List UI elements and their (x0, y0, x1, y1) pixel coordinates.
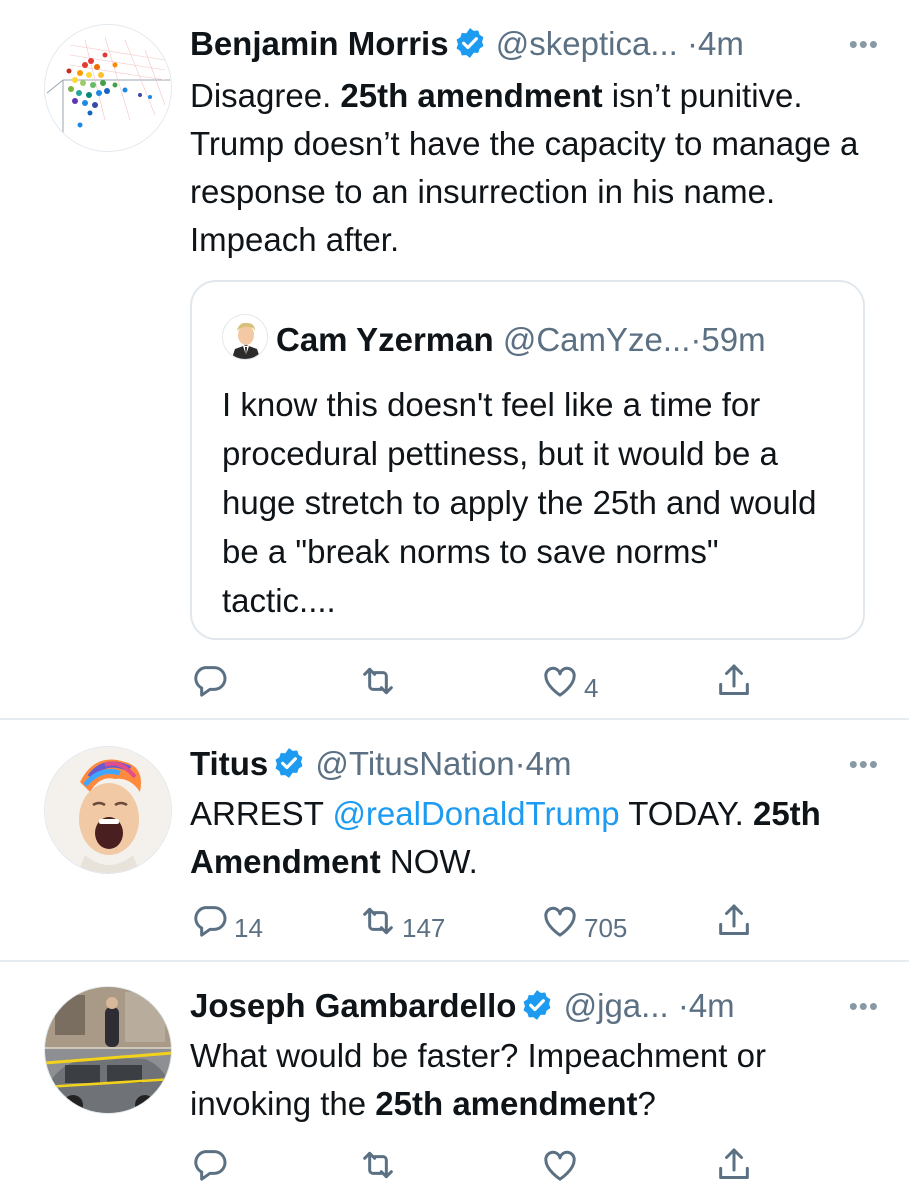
tweet-3[interactable]: Joseph Gambardello @jga... ·4m ••• What … (0, 962, 909, 1200)
separator-dot: · (677, 987, 689, 1024)
retweet-icon (363, 907, 393, 935)
reply-icon (194, 1150, 227, 1181)
tweet-text: ARREST @realDonaldTrump TODAY. 25th Amen… (190, 790, 849, 886)
more-options-icon[interactable]: ••• (849, 984, 879, 1028)
tweet-text-bold: 25th amendment (375, 1085, 638, 1122)
retweet-icon (363, 667, 393, 695)
tweet-text-segment: TODAY. (619, 795, 753, 832)
more-options-icon[interactable]: ••• (849, 22, 879, 66)
screaming-face-avatar-icon (45, 747, 171, 873)
heart-icon (544, 906, 576, 937)
tweet-header: Joseph Gambardello @jga... ·4m ••• (190, 984, 879, 1028)
verified-badge-icon (456, 28, 484, 58)
like-button[interactable]: 705 (540, 896, 627, 946)
retweet-button[interactable] (358, 656, 402, 706)
tweet-text-segment: NOW. (380, 843, 478, 880)
scatter-plot-avatar-icon (45, 25, 171, 151)
share-icon (719, 904, 749, 935)
reply-button[interactable]: 14 (190, 896, 263, 946)
retweet-button[interactable] (358, 1140, 402, 1190)
tweet-actions: 4 (190, 656, 790, 706)
tweet-text: Disagree. 25th amendment isn’t punitive.… (190, 72, 869, 264)
quote-timestamp[interactable]: 59m (701, 321, 765, 358)
heart-icon (544, 1150, 576, 1181)
tweet-actions: 14 147 705 (190, 896, 790, 946)
quote-header: Cam Yzerman @CamYze...·59m (222, 314, 766, 360)
verified-badge-icon (275, 748, 303, 778)
user-handle[interactable]: @TitusNation (315, 745, 514, 782)
reply-icon (194, 906, 227, 937)
tweet-2[interactable]: Titus @TitusNation·4m ••• ARREST @realDo… (0, 720, 909, 960)
tweet-actions (190, 1140, 790, 1190)
quote-user-handle[interactable]: @CamYze... (503, 321, 691, 358)
cartoon-man-avatar-icon (223, 315, 267, 359)
share-button[interactable] (714, 896, 758, 946)
share-icon (719, 1148, 749, 1179)
tweet-timestamp[interactable]: 4m (526, 745, 572, 782)
like-button[interactable]: 4 (540, 656, 598, 706)
like-button[interactable] (540, 1140, 584, 1190)
avatar-joseph-gambardello[interactable] (44, 986, 172, 1114)
reply-icon (194, 666, 227, 697)
user-handle[interactable]: @skeptica... (496, 25, 678, 62)
tweet-text-segment: ? (637, 1085, 656, 1122)
quote-display-name[interactable]: Cam Yzerman (276, 321, 494, 358)
tweet-timestamp[interactable]: 4m (689, 987, 735, 1024)
retweet-button[interactable]: 147 (358, 896, 445, 946)
display-name[interactable]: Benjamin Morris (190, 25, 449, 62)
like-count: 705 (584, 912, 628, 943)
heart-icon (544, 666, 576, 697)
more-options-icon[interactable]: ••• (849, 742, 879, 786)
reply-button[interactable] (190, 656, 234, 706)
tweet-text-segment: ARREST (190, 795, 333, 832)
tweet-text-segment: Disagree. (190, 77, 341, 114)
tweet-header: Benjamin Morris @skeptica... ·4m ••• (190, 22, 879, 66)
tweet-header: Titus @TitusNation·4m ••• (190, 742, 879, 786)
tweet-text-bold: 25th amendment (340, 77, 603, 114)
avatar-titus[interactable] (44, 746, 172, 874)
retweet-icon (363, 1151, 393, 1179)
like-count: 4 (584, 672, 599, 703)
tweet-1[interactable]: Benjamin Morris @skeptica... ·4m ••• Dis… (0, 0, 909, 718)
avatar-cam-yzerman[interactable] (222, 314, 268, 360)
user-handle[interactable]: @jga... (564, 987, 669, 1024)
share-button[interactable] (714, 656, 758, 706)
quoted-tweet[interactable]: Cam Yzerman @CamYze...·59m I know this d… (190, 280, 865, 640)
separator-dot: · (690, 321, 702, 358)
display-name[interactable]: Titus (190, 745, 268, 782)
share-button[interactable] (714, 1140, 758, 1190)
street-photo-avatar-icon (45, 987, 171, 1113)
tweet-text: What would be faster? Impeachment or inv… (190, 1032, 859, 1128)
avatar-benjamin-morris[interactable] (44, 24, 172, 152)
tweet-timestamp[interactable]: 4m (698, 25, 744, 62)
display-name[interactable]: Joseph Gambardello (190, 987, 516, 1024)
separator-dot: · (514, 745, 526, 782)
mention-link[interactable]: @realDonaldTrump (332, 795, 619, 832)
share-icon (719, 664, 749, 695)
verified-badge-icon (523, 990, 551, 1020)
retweet-count: 147 (402, 912, 446, 943)
quote-text: I know this doesn't feel like a time for… (222, 386, 817, 619)
separator-dot: · (686, 25, 698, 62)
reply-button[interactable] (190, 1140, 234, 1190)
reply-count: 14 (234, 912, 263, 943)
